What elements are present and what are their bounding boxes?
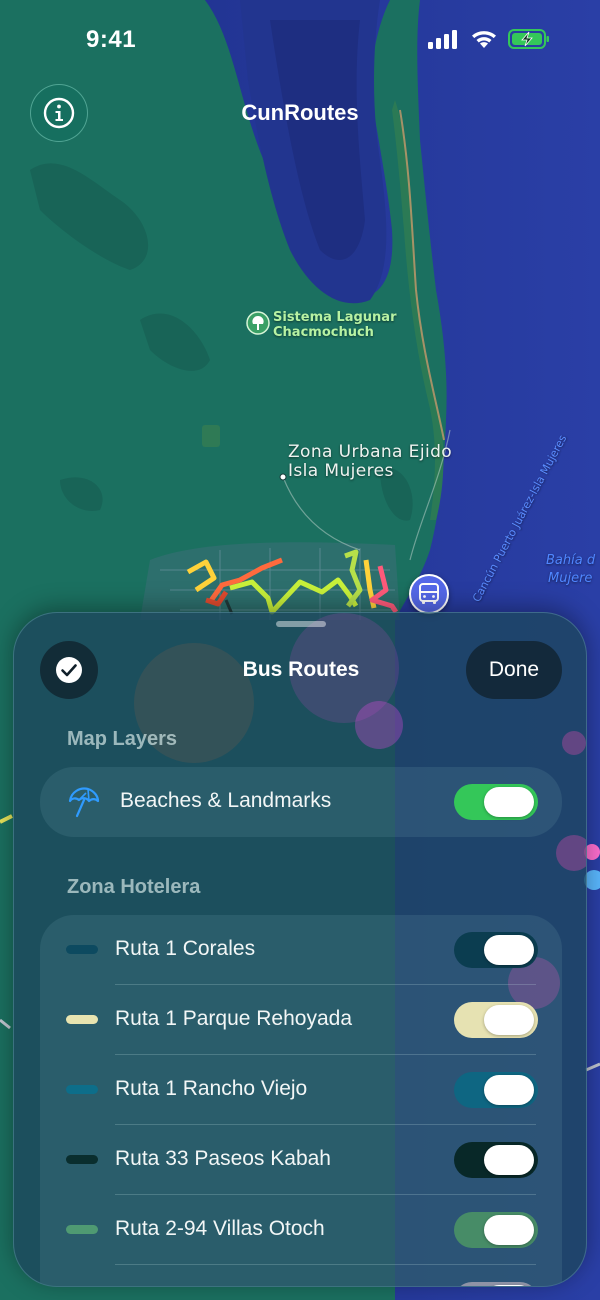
route-toggle[interactable] (454, 1002, 538, 1038)
bus-routes-sheet: Bus Routes Done Map Layers Beaches & Lan… (13, 612, 587, 1287)
route-toggle[interactable] (454, 1282, 538, 1286)
water-label-line2: Mujere (548, 571, 593, 586)
routes-card: Ruta 1 Corales Ruta 1 Parque Rehoyada Ru… (40, 915, 562, 1286)
route-toggle[interactable] (454, 1142, 538, 1178)
place-label-line1: Zona Urbana Ejido (288, 442, 453, 462)
route-row[interactable]: Ruta 2-94 Villas Otoch (40, 1195, 562, 1265)
route-color-swatch (66, 1015, 98, 1024)
poi-label[interactable]: Sistema Lagunar Chacmochuch (273, 310, 397, 340)
toggle-knob (484, 935, 534, 965)
layer-toggle-beaches[interactable] (454, 784, 538, 820)
route-label: Ruta 1 Corales (115, 937, 256, 960)
route-toggle[interactable] (454, 1212, 538, 1248)
done-button[interactable]: Done (466, 641, 562, 699)
route-row[interactable]: Ruta 33 Paseos Kabah (40, 1125, 562, 1195)
toggle-knob (484, 1285, 534, 1286)
cellular-signal-icon (428, 30, 457, 49)
place-label-line2: Isla Mujeres (288, 461, 394, 481)
app-title: CunRoutes (241, 100, 359, 125)
toggle-knob (484, 1005, 534, 1035)
route-color-swatch (66, 1225, 98, 1234)
water-label-line1: Bahía d (546, 553, 596, 568)
beach-umbrella-icon (68, 787, 100, 818)
section-header-map-layers: Map Layers (67, 728, 178, 750)
route-label: Ruta 1 Parque Rehoyada (115, 1007, 352, 1030)
route-color-swatch (66, 945, 98, 954)
route-toggle[interactable] (454, 1072, 538, 1108)
layer-row-beaches[interactable]: Beaches & Landmarks (40, 767, 562, 837)
route-toggle[interactable] (454, 932, 538, 968)
status-time: 9:41 (86, 26, 137, 53)
map-layers-card: Beaches & Landmarks (40, 767, 562, 837)
route-row[interactable]: Ruta 1 Corales (40, 915, 562, 985)
sheet-grabber[interactable] (276, 621, 326, 627)
route-row[interactable] (40, 1265, 562, 1286)
route-color-swatch (66, 1155, 98, 1164)
route-color-swatch (66, 1085, 98, 1094)
wifi-icon (472, 31, 496, 48)
bus-stop-marker[interactable] (409, 574, 449, 614)
toggle-knob (484, 787, 534, 817)
toggle-knob (484, 1075, 534, 1105)
status-icons (428, 28, 550, 50)
battery-charging-icon (508, 29, 549, 49)
route-label: Ruta 1 Rancho Viejo (115, 1077, 308, 1100)
toggle-knob (484, 1215, 534, 1245)
route-row[interactable]: Ruta 1 Parque Rehoyada (40, 985, 562, 1055)
bus-icon (419, 583, 439, 604)
toggle-knob (484, 1145, 534, 1175)
route-row[interactable]: Ruta 1 Rancho Viejo (40, 1055, 562, 1125)
section-header-zona-hotelera: Zona Hotelera (67, 876, 201, 898)
route-label: Ruta 2-94 Villas Otoch (115, 1217, 325, 1240)
layer-label: Beaches & Landmarks (120, 789, 332, 812)
status-bar: 9:41 (0, 0, 600, 80)
route-label: Ruta 33 Paseos Kabah (115, 1147, 331, 1170)
